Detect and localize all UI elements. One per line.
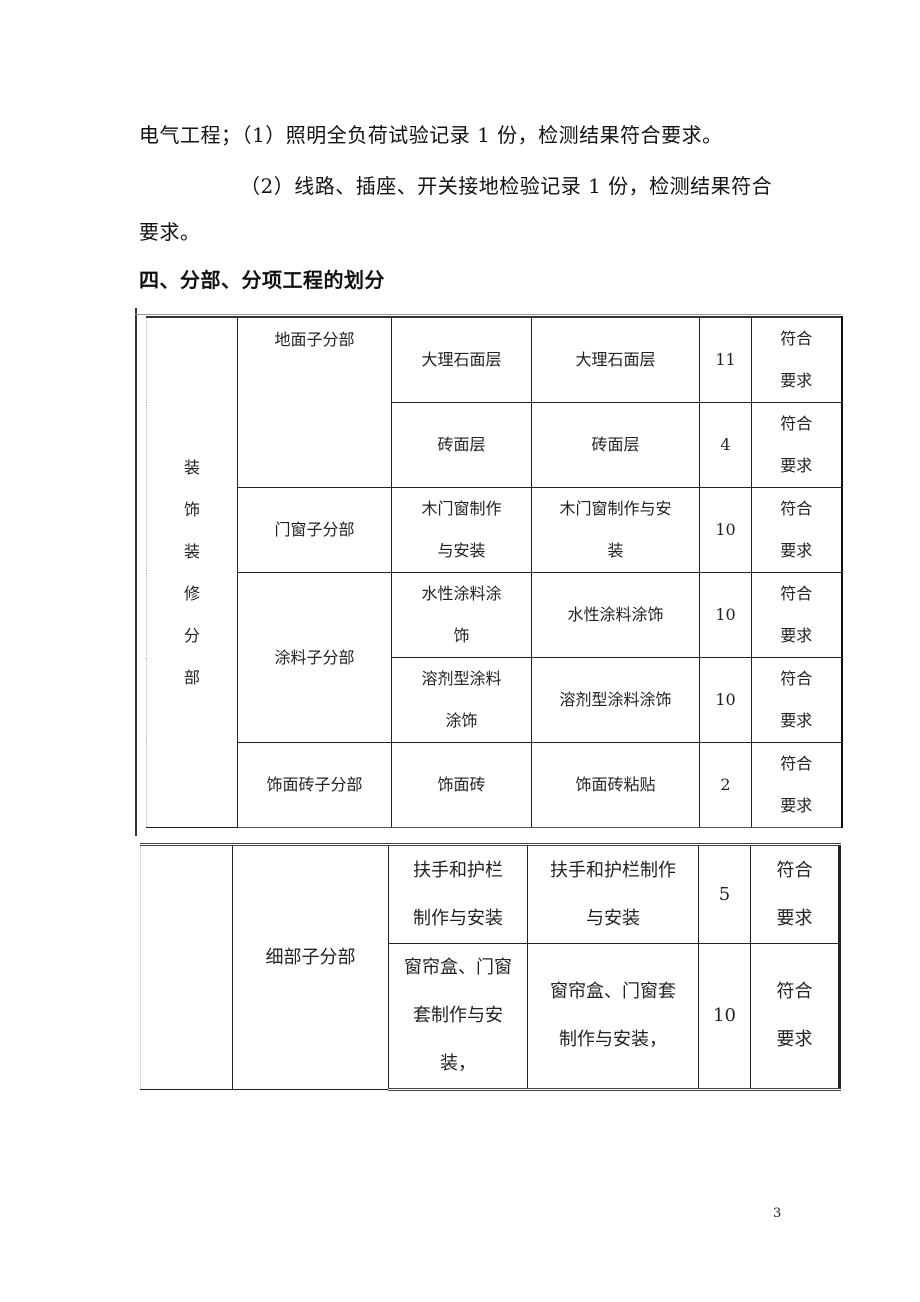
count-cell: 10 — [699, 487, 752, 573]
table-row: 装饰 装修 分部 地面子分部 大理石面层 大理石面层 11 符合 要求 — [146, 316, 843, 828]
count-cell: 10 — [699, 572, 752, 658]
count-cell: 10 — [699, 657, 752, 743]
page-number: 3 — [773, 1206, 782, 1221]
result-cell: 符合 要求 — [750, 943, 841, 1091]
item-cell: 溶剂型涂料 涂饰 — [391, 657, 532, 743]
table-row: 饰面砖子分部 饰面砖 饰面砖粘贴 2 符合 要求 — [147, 742, 843, 828]
content-cell: 砖面层 — [531, 402, 700, 488]
content-cell: 窗帘盒、门窗套 制作与安装， — [527, 943, 699, 1091]
subdivision-cell: 地面子分部 — [237, 316, 392, 488]
table-row: 门窗子分部 木门窗制作 与安装 木门窗制作与安装 10 符合 要求 — [147, 487, 843, 573]
content-cell: 木门窗制作与安装 — [531, 487, 700, 573]
result-cell: 符合 要求 — [750, 843, 841, 944]
subdivision-cell: 饰面砖子分部 — [237, 742, 392, 828]
result-cell: 符合 要求 — [751, 402, 843, 488]
item-cell: 扶手和护栏 制作与安装 — [388, 843, 528, 944]
table-top-rule — [135, 314, 841, 315]
result-cell: 符合 要求 — [751, 487, 843, 573]
count-cell: 5 — [698, 843, 751, 944]
result-cell: 符合 要求 — [751, 572, 843, 658]
subdivision-cell: 门窗子分部 — [237, 487, 392, 573]
item-cell: 窗帘盒、门窗 套制作与安 装， — [388, 943, 528, 1091]
result-cell: 符合 要求 — [751, 657, 843, 743]
paragraph-electrical-line-1: 电气工程；（1）照明全负荷试验记录 1 份，检测结果符合要求。 — [139, 123, 723, 147]
section-heading: 四、分部、分项工程的划分 — [139, 268, 385, 292]
division-label: 装饰 装修 分部 — [183, 457, 200, 687]
division-cell — [140, 843, 233, 1090]
item-cell: 饰面砖 — [391, 742, 532, 828]
content-cell: 水性涂料涂饰 — [531, 572, 700, 658]
item-cell: 木门窗制作 与安装 — [391, 487, 532, 573]
division-table: 装饰 装修 分部 地面子分部 大理石面层 大理石面层 11 符合 要求 砖面层 砖… — [146, 316, 843, 828]
division-cell: 装饰 装修 分部 — [146, 316, 238, 828]
content-cell: 饰面砖粘贴 — [531, 742, 700, 828]
item-cell: 大理石面层 — [391, 316, 532, 403]
subdivision-cell: 细部子分部 — [232, 843, 389, 1090]
table-left-border — [135, 308, 137, 836]
content-cell: 扶手和护栏制作 与安装 — [527, 843, 699, 944]
content-cell: 大理石面层 — [531, 316, 700, 403]
count-cell: 2 — [699, 742, 752, 828]
result-cell: 符合 要求 — [751, 742, 843, 828]
paragraph-electrical-line-2: （2）线路、插座、开关接地检验记录 1 份，检测结果符合 — [240, 174, 773, 198]
table-row: 涂料子分部 水性涂料涂饰 水性涂料涂饰 10 符合 要求 — [147, 572, 843, 743]
item-cell: 水性涂料涂饰 — [391, 572, 532, 658]
result-cell: 符合 要求 — [751, 316, 843, 403]
division-table-continued: 细部子分部 扶手和护栏 制作与安装 扶手和护栏制作 与安装 5 符合 要求 窗帘盒、门… — [140, 843, 841, 1091]
count-cell: 10 — [698, 943, 751, 1091]
count-cell: 11 — [699, 316, 752, 403]
item-cell: 砖面层 — [391, 402, 532, 488]
paragraph-electrical-line-3: 要求。 — [139, 220, 201, 244]
content-cell: 溶剂型涂料涂饰 — [531, 657, 700, 743]
count-cell: 4 — [699, 402, 752, 488]
subdivision-cell: 涂料子分部 — [237, 572, 392, 743]
table-row: 细部子分部 扶手和护栏 制作与安装 扶手和护栏制作 与安装 5 符合 要求 — [140, 843, 841, 1090]
